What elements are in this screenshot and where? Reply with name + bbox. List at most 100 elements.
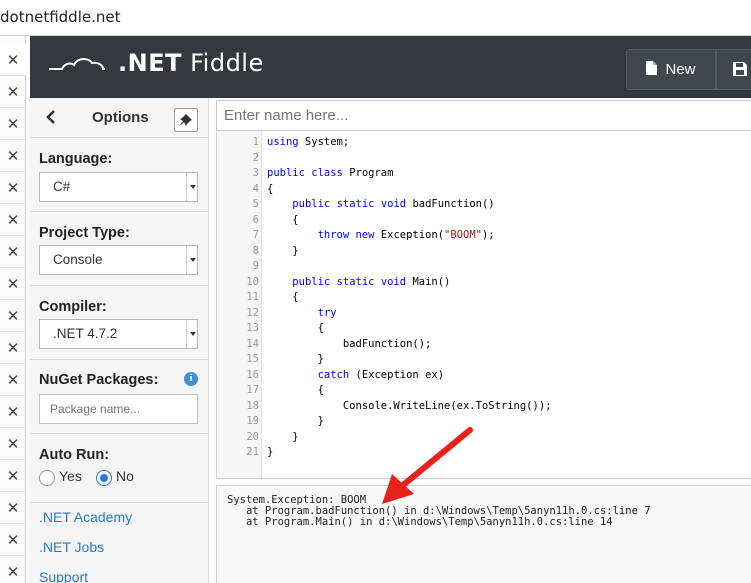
dotnetfiddle-logo-icon	[45, 58, 105, 71]
tab-close-icon[interactable]: ✕	[0, 492, 26, 524]
line-number: 15	[246, 353, 259, 365]
code-line: 3 public class Program	[217, 166, 747, 182]
chevron-down-icon	[186, 320, 197, 348]
line-number: 18	[246, 399, 259, 412]
line-number: 14	[246, 337, 259, 350]
code-line: 6 {	[217, 213, 747, 229]
code-line: 5 public static void badFunction()	[217, 197, 747, 213]
language-section: Language: C#	[30, 138, 209, 212]
new-button-label: New	[665, 61, 696, 78]
code-editor[interactable]: 1 using System; 2 3 public class Program 4{5 …	[216, 131, 751, 479]
tab-close-icon[interactable]: ✕	[0, 556, 26, 583]
code-text: public static void Main()	[292, 275, 451, 288]
code-line: 12 try	[217, 306, 747, 322]
tab-close-icon[interactable]: ✕	[0, 300, 26, 332]
code-line: 2	[217, 151, 747, 167]
code-text: public static void badFunction()	[292, 198, 495, 210]
code-text: }	[267, 430, 299, 443]
line-number: 19	[246, 415, 259, 427]
compiler-select[interactable]: .NET 4.7.2	[39, 319, 198, 349]
autorun-no-radio[interactable]	[96, 470, 112, 486]
pin-icon	[180, 114, 192, 126]
tab-close-icon[interactable]: ✕	[0, 236, 26, 268]
compiler-section: Compiler: .NET 4.7.2	[30, 286, 209, 360]
tab-close-icon[interactable]: ✕	[0, 428, 26, 460]
code-text: {	[267, 384, 324, 396]
compiler-value: .NET 4.7.2	[53, 326, 118, 341]
code-line: 15 }	[217, 352, 747, 368]
tab-strip: ✕ ✕ ✕ ✕ ✕ ✕ ✕ ✕ ✕ ✕ ✕ ✕ ✕ ✕ ✕ ✕ ✕	[0, 36, 26, 583]
chevron-down-icon	[186, 246, 197, 274]
project-type-label: Project Type:	[39, 225, 130, 241]
save-button[interactable]	[716, 49, 751, 90]
options-panel: Options Language: C# Project Type: Conso…	[30, 98, 209, 583]
line-number: 13	[246, 322, 259, 334]
code-text: {	[267, 322, 324, 334]
info-icon[interactable]: i	[184, 372, 198, 386]
tab-close-icon[interactable]: ✕	[0, 364, 26, 396]
line-number: 16	[246, 368, 259, 381]
code-line: 16 catch (Exception ex)	[217, 368, 747, 384]
autorun-no-label[interactable]: No	[116, 468, 134, 484]
line-number: 4	[252, 182, 259, 195]
code-line: 18 Console.WriteLine(ex.ToString());	[217, 399, 747, 415]
code-line: 13 {	[217, 321, 747, 337]
tab-close-icon[interactable]: ✕	[0, 108, 26, 140]
chevron-left-icon[interactable]	[44, 108, 58, 126]
app-header: .NET Fiddle New	[30, 36, 751, 98]
tab-close-icon[interactable]: ✕	[0, 332, 26, 364]
line-number: 21	[246, 446, 259, 458]
line-number: 17	[246, 384, 259, 396]
browser-address-bar[interactable]: dotnetfiddle.net	[0, 0, 751, 36]
options-header: Options	[30, 98, 209, 138]
line-number: 8	[252, 244, 259, 257]
code-line: 17 {	[217, 383, 747, 399]
options-title: Options	[92, 109, 149, 126]
autorun-section: Auto Run: Yes No	[30, 434, 209, 503]
nuget-label: NuGet Packages:	[39, 372, 159, 388]
code-line: 19 }	[217, 414, 747, 430]
line-number: 6	[252, 213, 259, 226]
url-text[interactable]: dotnetfiddle.net	[0, 8, 120, 26]
support-link[interactable]: Support	[39, 569, 88, 583]
chevron-down-icon	[186, 173, 197, 201]
code-text: Console.WriteLine(ex.ToString());	[267, 399, 552, 412]
line-number: 5	[252, 198, 259, 210]
net-jobs-link[interactable]: .NET Jobs	[39, 539, 104, 555]
nuget-package-input[interactable]	[39, 394, 198, 424]
tab-close-icon[interactable]: ✕	[0, 76, 26, 108]
line-number: 1	[252, 136, 259, 148]
line-number: 10	[246, 275, 259, 288]
code-line: 14 badFunction();	[217, 337, 747, 353]
tab-close-icon[interactable]: ✕	[0, 524, 26, 556]
code-text: }	[267, 244, 299, 257]
language-select[interactable]: C#	[39, 172, 198, 202]
fiddle-name-input[interactable]	[216, 100, 751, 131]
net-academy-link[interactable]: .NET Academy	[39, 509, 132, 525]
tab-close-icon[interactable]: ✕	[0, 396, 26, 428]
code-text: public class Program	[267, 167, 394, 179]
code-text: badFunction();	[267, 337, 432, 350]
code-line: 20 }	[217, 430, 747, 446]
autorun-yes-label[interactable]: Yes	[59, 468, 82, 484]
tab-close-icon[interactable]: ✕	[0, 268, 26, 300]
brand-title[interactable]: .NET Fiddle	[118, 49, 264, 77]
tab-close-icon[interactable]: ✕	[0, 204, 26, 236]
tab-close-icon[interactable]: ✕	[0, 172, 26, 204]
code-line: 8 }	[217, 244, 747, 260]
code-text: {	[267, 291, 299, 303]
output-line: at Program.Main() in d:\Windows\Temp\5an…	[227, 516, 613, 528]
autorun-yes-radio[interactable]	[39, 470, 55, 486]
project-type-select[interactable]: Console	[39, 245, 198, 275]
pin-button[interactable]	[174, 108, 198, 132]
tab-close-icon[interactable]: ✕	[0, 460, 26, 492]
code-line: 10 public static void Main()	[217, 275, 747, 291]
project-type-value: Console	[53, 252, 103, 267]
code-text: }	[267, 446, 274, 458]
tab-close-icon[interactable]: ✕	[0, 140, 26, 172]
new-button[interactable]: New	[626, 49, 716, 90]
red-arrow-annotation	[382, 427, 473, 504]
nuget-section: NuGet Packages: i	[30, 360, 209, 434]
tab-close-icon[interactable]: ✕	[0, 44, 26, 76]
line-number: 11	[246, 291, 259, 303]
